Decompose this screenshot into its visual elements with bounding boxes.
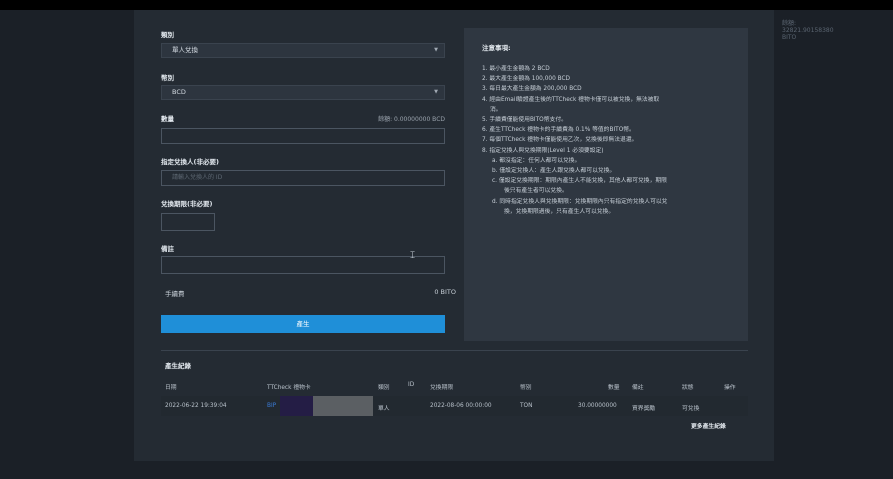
amount-label: 數量 [161, 115, 174, 123]
more-records-link[interactable]: 更多產生紀錄 [691, 421, 726, 430]
type-label: 類別 [161, 31, 174, 39]
note-line: 6. 產生TTCheck 禮物卡的手續費為 0.1% 等值的BITO幣。 [482, 127, 635, 134]
note-line: 7. 每個TTCheck 禮物卡僅能使用乙次，兌換後即無法退還。 [482, 137, 638, 144]
recipient-label: 指定兌換人(非必要) [161, 158, 219, 166]
note-line: d. 同時指定兌換人與兌換期限：兌換期限內只有指定的兌換人可以兌 [492, 198, 668, 205]
notes-title: 注意事項: [482, 44, 511, 52]
col-header-amount: 數量 [608, 385, 620, 391]
col-header-note: 備註 [632, 385, 644, 391]
note-line: 換，兌換期限過後，只有產生人可以兌換。 [504, 208, 615, 215]
note-line: 4. 經由Email驗證產生後的TTCheck 禮物卡僅可以被兌換，無法被取 [482, 96, 660, 103]
row-amount: 30.00000000 [578, 403, 617, 409]
period-input[interactable] [161, 213, 215, 231]
note-line: b. 僅設定兌換人：產生人跟兌換人都可以兌換。 [492, 168, 616, 175]
submit-button[interactable]: 產生 [161, 315, 445, 333]
note-line: 3. 每日最大產生金額為 200,000 BCD [482, 86, 582, 93]
note-line: c. 僅設定兌換期限：期限內產生人不能兌換，其他人都可兌換，期限 [492, 178, 667, 185]
divider [161, 350, 748, 351]
row-card-link[interactable]: BIP [267, 403, 276, 409]
row-date: 2022-06-22 19:39:04 [165, 403, 227, 409]
col-header-action: 操作 [724, 385, 736, 391]
col-header-id: ID [408, 382, 415, 388]
row-type: 單人 [378, 406, 390, 412]
period-label: 兌換期限(非必要) [161, 200, 213, 208]
type-select-value: 單人兌換 [172, 46, 198, 54]
note-line: 後只有產生者可以兌換。 [504, 188, 568, 195]
chevron-down-icon: ▼ [434, 89, 438, 95]
row-currency: TON [520, 403, 533, 409]
row-status: 可兌換 [682, 406, 700, 412]
col-header-status: 狀態 [682, 385, 694, 391]
currency-select[interactable]: BCD ▼ [161, 85, 445, 100]
fee-value: 0 BITO [434, 288, 456, 296]
notes-list: 1. 最小產生金額為 2 BCD 2. 最大產生金額為 100,000 BCD … [482, 64, 740, 217]
note-line: a. 都沒指定：任何人都可以兌換。 [492, 157, 581, 164]
redacted-block [280, 396, 313, 416]
note-line: 1. 最小產生金額為 2 BCD [482, 66, 550, 72]
top-bar [0, 0, 893, 10]
note-line: 5. 手續費僅能使用BITO幣支付。 [482, 117, 567, 124]
ttcheck-panel: 餘額: 32821.90158380 BITO 類別 單人兌換 ▼ 幣別 BCD… [134, 10, 834, 461]
row-note: 買界獎勵 [632, 406, 656, 412]
note-input[interactable] [161, 256, 445, 274]
chevron-down-icon: ▼ [434, 47, 438, 53]
recipient-input[interactable]: 請輸入兌換人的 ID [161, 170, 445, 186]
records-title: 產生紀錄 [165, 362, 191, 370]
col-header-type: 類別 [378, 385, 390, 391]
note-line: 消。 [490, 106, 502, 113]
type-select[interactable]: 單人兌換 ▼ [161, 43, 445, 58]
balance-top: 餘額: 32821.90158380 BITO [782, 20, 834, 41]
col-header-card: TTCheck 禮物卡 [267, 385, 311, 391]
note-line: 2. 最大產生金額為 100,000 BCD [482, 76, 570, 83]
col-header-expiry: 兌換期限 [430, 385, 454, 391]
fee-label: 手續費 [165, 290, 185, 298]
col-header-currency: 幣別 [520, 385, 532, 391]
currency-label: 幣別 [161, 74, 174, 82]
note-label: 備註 [161, 245, 174, 253]
balance-text: 餘額: 0.00000000 BCD [378, 116, 445, 123]
notes-box: 注意事項: 1. 最小產生金額為 2 BCD 2. 最大產生金額為 100,00… [464, 28, 748, 341]
redacted-block [313, 396, 373, 416]
amount-input[interactable] [161, 128, 445, 144]
text-cursor-icon: 𝙸 [409, 250, 417, 261]
currency-select-value: BCD [172, 88, 186, 96]
row-expiry: 2022-08-06 00:00:00 [430, 403, 492, 409]
col-header-date: 日期 [165, 385, 177, 391]
note-line: 8. 指定兌換人與兌換期限(Level 1 必須要設定) [482, 147, 604, 154]
